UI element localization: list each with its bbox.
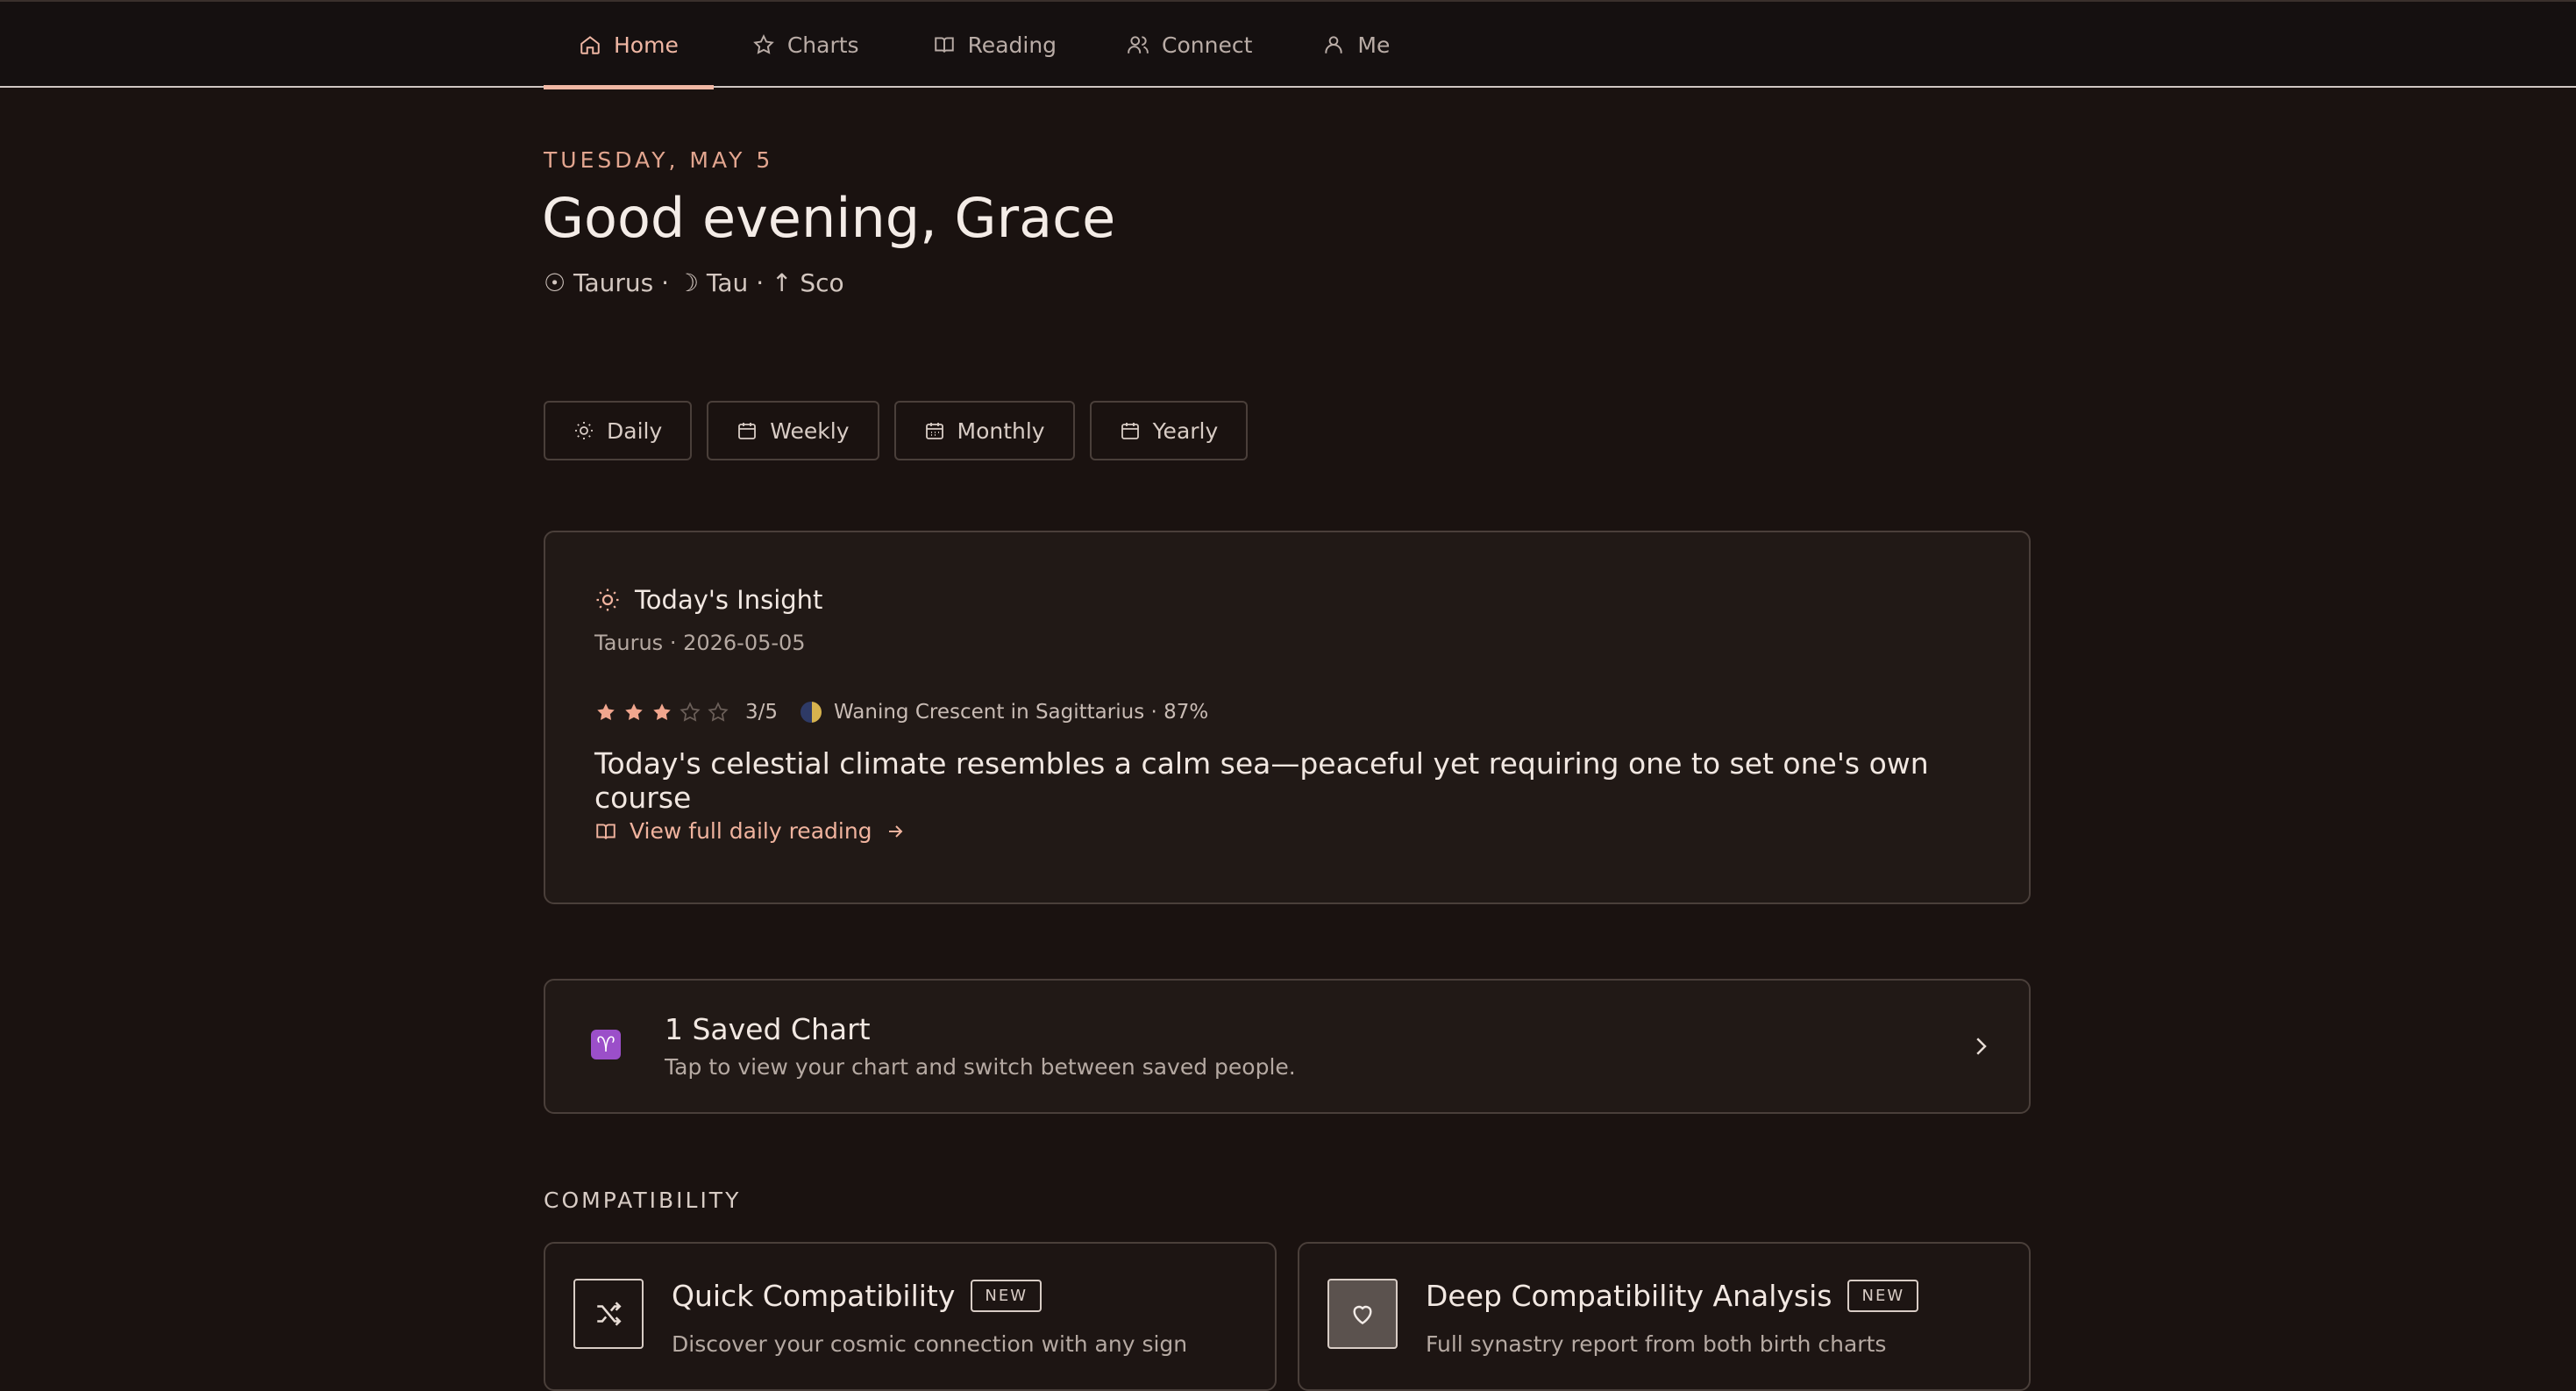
aries-badge-icon: ♈ bbox=[591, 1030, 621, 1059]
insight-subtitle: Taurus · 2026-05-05 bbox=[594, 631, 806, 655]
tab-monthly[interactable]: Monthly bbox=[893, 401, 1075, 460]
book-icon bbox=[596, 823, 616, 839]
insight-header: Today's Insight bbox=[594, 585, 822, 615]
insight-title: Today's Insight bbox=[635, 585, 823, 615]
quick-compatibility-subtitle: Discover your cosmic connection with any… bbox=[672, 1331, 1188, 1357]
tab-yearly-label: Yearly bbox=[1152, 417, 1219, 444]
sun-icon bbox=[575, 422, 593, 439]
moon-phase-icon bbox=[801, 702, 822, 723]
quick-compatibility-card[interactable]: Quick Compatibility NEW Discover your co… bbox=[544, 1242, 1277, 1391]
star-rating bbox=[594, 701, 729, 724]
top-nav-bar: Home Charts Reading Connect Me bbox=[0, 0, 2576, 89]
tab-yearly[interactable]: Yearly bbox=[1089, 401, 1249, 460]
quick-compatibility-title: Quick Compatibility bbox=[672, 1279, 956, 1313]
saved-charts-title: 1 Saved Chart bbox=[665, 1012, 871, 1046]
calendar-year-icon bbox=[1121, 423, 1139, 439]
star-filled-icon bbox=[597, 703, 615, 720]
calendar-grid-icon bbox=[925, 423, 943, 439]
deep-compatibility-title: Deep Compatibility Analysis bbox=[1426, 1279, 1832, 1313]
heart-icon bbox=[1327, 1279, 1398, 1349]
nav-label-connect: Connect bbox=[1162, 32, 1253, 58]
greeting-heading: Good evening, Grace bbox=[542, 186, 1116, 250]
tab-daily[interactable]: Daily bbox=[544, 401, 693, 460]
rating-score: 3/5 bbox=[745, 701, 779, 724]
compatibility-section-title: COMPATIBILITY bbox=[544, 1188, 742, 1213]
nav-item-me[interactable]: Me bbox=[1287, 2, 1425, 88]
insight-rating-row: 3/5 Waning Crescent in Sagittarius · 87% bbox=[594, 701, 1208, 724]
nav-label-charts: Charts bbox=[786, 32, 859, 58]
nav-item-connect[interactable]: Connect bbox=[1092, 2, 1287, 88]
moon-phase-text: Waning Crescent in Sagittarius · 87% bbox=[834, 701, 1209, 724]
users-icon bbox=[1127, 33, 1149, 56]
shuffle-icon bbox=[573, 1279, 644, 1349]
tab-monthly-label: Monthly bbox=[957, 417, 1045, 444]
sun-icon bbox=[596, 588, 619, 611]
star-filled-icon bbox=[625, 703, 643, 720]
sign-summary: ☉ Taurus · ☽ Tau · ↑ Sco bbox=[544, 268, 844, 297]
deep-compatibility-header: Deep Compatibility Analysis NEW bbox=[1426, 1279, 1919, 1313]
view-full-reading-link[interactable]: View full daily reading bbox=[594, 818, 906, 844]
period-tabs: Daily Weekly Monthly Yearly bbox=[544, 401, 1249, 460]
saved-charts-card[interactable]: ♈ 1 Saved Chart Tap to view your chart a… bbox=[544, 979, 2031, 1114]
nav-label-me: Me bbox=[1357, 32, 1391, 58]
tab-weekly-label: Weekly bbox=[770, 417, 850, 444]
nav-label-reading: Reading bbox=[967, 32, 1057, 58]
daily-insight-card: Today's Insight Taurus · 2026-05-05 3/5 … bbox=[544, 531, 2031, 904]
home-icon bbox=[579, 33, 601, 56]
nav-item-reading[interactable]: Reading bbox=[898, 2, 1092, 88]
star-empty-icon bbox=[708, 702, 729, 722]
arrow-right-icon bbox=[888, 824, 902, 838]
view-full-reading-label: View full daily reading bbox=[630, 818, 872, 844]
star-icon bbox=[752, 33, 775, 56]
main-nav: Home Charts Reading Connect Me bbox=[544, 2, 1425, 89]
quick-compatibility-header: Quick Compatibility NEW bbox=[672, 1279, 1042, 1313]
saved-charts-subtitle: Tap to view your chart and switch betwee… bbox=[665, 1054, 1296, 1080]
star-filled-icon bbox=[653, 703, 671, 720]
deep-compatibility-subtitle: Full synastry report from both birth cha… bbox=[1426, 1331, 1887, 1357]
new-badge: NEW bbox=[1847, 1280, 1919, 1312]
user-icon bbox=[1322, 33, 1345, 56]
calendar-icon bbox=[738, 423, 757, 439]
tab-daily-label: Daily bbox=[607, 417, 663, 444]
insight-summary: Today's celestial climate resembles a ca… bbox=[594, 746, 1929, 815]
new-badge: NEW bbox=[971, 1280, 1042, 1312]
nav-label-home: Home bbox=[614, 32, 679, 58]
nav-item-home[interactable]: Home bbox=[544, 2, 714, 89]
nav-item-charts[interactable]: Charts bbox=[714, 2, 898, 88]
chevron-right-icon bbox=[1976, 1038, 1987, 1055]
tab-weekly[interactable]: Weekly bbox=[707, 401, 879, 460]
deep-compatibility-card[interactable]: Deep Compatibility Analysis NEW Full syn… bbox=[1298, 1242, 2031, 1391]
star-empty-icon bbox=[680, 702, 701, 722]
current-date: TUESDAY, MAY 5 bbox=[544, 147, 774, 173]
book-icon bbox=[933, 33, 956, 56]
